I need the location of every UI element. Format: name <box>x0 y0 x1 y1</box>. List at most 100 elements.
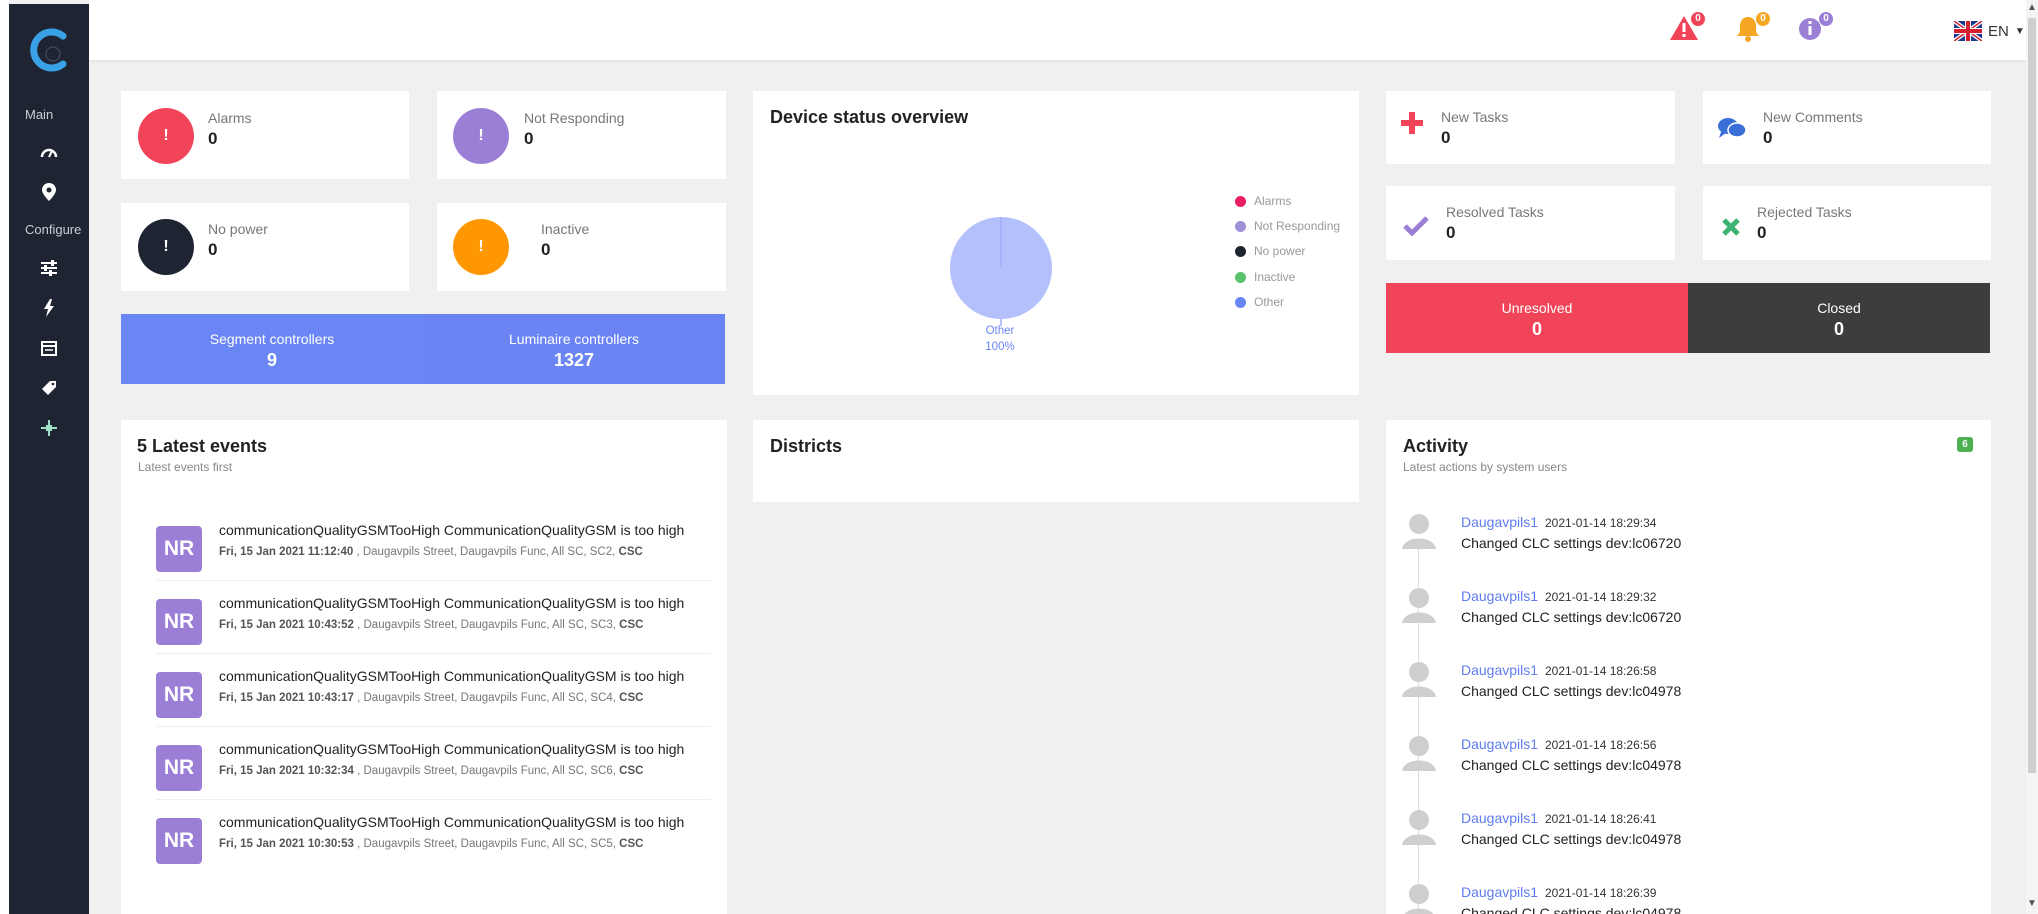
event-meta: Fri, 15 Jan 2021 10:43:17 , Daugavpils S… <box>219 692 643 704</box>
districts-card: Districts <box>753 420 1359 502</box>
uk-flag-icon <box>1954 21 1982 41</box>
activity-text: Changed CLC settings dev:lc04978 <box>1461 757 1682 773</box>
activity-item[interactable]: Daugavpils1 2021-01-14 18:29:34 Changed … <box>1400 511 1960 585</box>
event-item[interactable]: NR communicationQualityGSMTooHigh Commun… <box>121 654 711 727</box>
new-tasks-value: 0 <box>1441 128 1451 147</box>
event-location: , Daugavpils Street, Daugavpils Func, Al… <box>353 546 619 558</box>
legend-item-not-responding[interactable]: Not Responding <box>1235 219 1340 233</box>
event-location: , Daugavpils Street, Daugavpils Func, Al… <box>353 838 620 850</box>
no-power-value: 0 <box>208 240 218 259</box>
rejected-tasks-value: 0 <box>1757 223 1767 242</box>
event-type: CSC <box>619 619 644 631</box>
districts-title: Districts <box>770 436 843 456</box>
activity-user-link[interactable]: Daugavpils1 <box>1461 736 1538 752</box>
not-responding-badge: NR <box>156 745 202 791</box>
language-code: EN <box>1988 22 2009 40</box>
event-time: Fri, 15 Jan 2021 10:30:53 <box>219 838 354 850</box>
bolt-icon[interactable] <box>37 296 61 320</box>
legend-item-inactive[interactable]: Inactive <box>1235 270 1295 284</box>
closed-tile[interactable]: Closed 0 <box>1688 283 1990 353</box>
scroll-up-arrow-icon[interactable]: ▲ <box>2027 2 2037 13</box>
activity-time: 2021-01-14 18:26:58 <box>1545 664 1657 678</box>
event-message: communicationQualityGSMTooHigh Communica… <box>219 814 685 830</box>
x-icon <box>1721 213 1741 244</box>
activity-item[interactable]: Daugavpils1 2021-01-14 18:26:39 Changed … <box>1400 881 1960 914</box>
new-comments-card[interactable]: New Comments 0 <box>1703 91 1991 164</box>
sliders-icon[interactable] <box>37 256 61 280</box>
activity-user-link[interactable]: Daugavpils1 <box>1461 810 1538 826</box>
legend-dot <box>1235 220 1246 232</box>
activity-time: 2021-01-14 18:26:41 <box>1545 812 1657 826</box>
activity-text: Changed CLC settings dev:lc06720 <box>1461 609 1682 625</box>
not-responding-card[interactable]: ! Not Responding 0 <box>437 91 726 179</box>
window-edge <box>0 0 9 914</box>
activity-title: Activity <box>1403 436 1469 456</box>
activity-user-link[interactable]: Daugavpils1 <box>1461 514 1538 530</box>
gauge-icon[interactable] <box>37 140 61 164</box>
alarms-card[interactable]: ! Alarms 0 <box>121 91 409 179</box>
segment-controllers-value: 9 <box>266 350 277 370</box>
top-bar: 0 0 0 EN ▼ <box>89 0 2026 60</box>
new-tasks-card[interactable]: New Tasks 0 <box>1386 91 1675 164</box>
alarm-exclamation-icon: ! <box>138 108 194 164</box>
user-avatar-icon <box>1402 662 1436 697</box>
resolved-tasks-value: 0 <box>1446 223 1456 242</box>
activity-text: Changed CLC settings dev:lc04978 <box>1461 905 1682 914</box>
info-count-badge: 0 <box>1819 12 1833 26</box>
activity-time: 2021-01-14 18:26:56 <box>1545 738 1657 752</box>
page-scrollbar[interactable]: ▲ ▼ <box>2026 0 2038 914</box>
activity-user-link[interactable]: Daugavpils1 <box>1461 884 1538 900</box>
resolved-tasks-card[interactable]: Resolved Tasks 0 <box>1386 186 1675 260</box>
alarm-count-badge: 0 <box>1691 12 1705 26</box>
calendar-icon[interactable] <box>37 336 61 360</box>
legend-label: Alarms <box>1254 194 1292 208</box>
alarms-label: Alarms <box>208 110 252 126</box>
inactive-card[interactable]: ! Inactive 0 <box>437 203 726 291</box>
legend-dot <box>1235 271 1246 283</box>
activity-item[interactable]: Daugavpils1 2021-01-14 18:26:41 Changed … <box>1400 807 1960 881</box>
inactive-exclamation-icon: ! <box>453 219 509 275</box>
tag-icon[interactable] <box>37 376 61 400</box>
inactive-value: 0 <box>541 240 551 259</box>
event-item[interactable]: NR communicationQualityGSMTooHigh Commun… <box>121 800 711 873</box>
notification-count-badge: 0 <box>1756 12 1770 26</box>
app-logo[interactable] <box>27 26 71 74</box>
event-item[interactable]: NR communicationQualityGSMTooHigh Commun… <box>121 508 711 581</box>
map-marker-icon[interactable] <box>37 180 61 204</box>
no-power-card[interactable]: ! No power 0 <box>121 203 409 291</box>
activity-user-link[interactable]: Daugavpils1 <box>1461 662 1538 678</box>
pie-data-label: Other 100% <box>985 323 1015 355</box>
unresolved-tile[interactable]: Unresolved 0 <box>1386 283 1688 353</box>
language-selector[interactable]: EN ▼ <box>1954 18 2025 44</box>
bell-icon[interactable]: 0 <box>1734 12 1770 44</box>
activity-subtitle: Latest actions by system users <box>1403 460 1568 474</box>
info-icon[interactable]: 0 <box>1797 12 1833 44</box>
activity-item[interactable]: Daugavpils1 2021-01-14 18:26:56 Changed … <box>1400 733 1960 807</box>
event-item[interactable]: NR communicationQualityGSMTooHigh Commun… <box>121 727 711 800</box>
luminaire-controllers-tile[interactable]: Luminaire controllers 1327 <box>423 314 725 384</box>
alarms-value: 0 <box>208 129 218 148</box>
controllers-bar: Segment controllers 9 Luminaire controll… <box>121 314 725 384</box>
legend-item-alarms[interactable]: Alarms <box>1235 194 1291 208</box>
scroll-thumb[interactable] <box>2028 18 2036 773</box>
activity-item[interactable]: Daugavpils1 2021-01-14 18:29:32 Changed … <box>1400 585 1960 659</box>
legend-item-other[interactable]: Other <box>1235 295 1284 309</box>
event-meta: Fri, 15 Jan 2021 10:32:34 , Daugavpils S… <box>219 765 643 777</box>
activity-user-link[interactable]: Daugavpils1 <box>1461 588 1538 604</box>
user-avatar-icon <box>1402 514 1436 549</box>
alarm-triangle-icon[interactable]: 0 <box>1669 12 1705 44</box>
user-avatar-icon <box>1402 736 1436 771</box>
new-comments-value: 0 <box>1763 128 1773 147</box>
scroll-down-arrow-icon[interactable]: ▼ <box>2027 898 2037 909</box>
event-time: Fri, 15 Jan 2021 11:12:40 <box>219 546 354 558</box>
luminaire-controllers-value: 1327 <box>553 350 595 370</box>
legend-item-no-power[interactable]: No power <box>1235 244 1305 258</box>
closed-value: 0 <box>1833 319 1844 339</box>
activity-item[interactable]: Daugavpils1 2021-01-14 18:26:58 Changed … <box>1400 659 1960 733</box>
rejected-tasks-card[interactable]: Rejected Tasks 0 <box>1703 186 1991 260</box>
segment-controllers-tile[interactable]: Segment controllers 9 <box>121 314 423 384</box>
event-item[interactable]: NR communicationQualityGSMTooHigh Commun… <box>121 581 711 654</box>
event-location: , Daugavpils Street, Daugavpils Func, Al… <box>353 765 620 777</box>
network-icon[interactable] <box>37 416 61 440</box>
activity-time: 2021-01-14 18:26:39 <box>1545 886 1657 900</box>
